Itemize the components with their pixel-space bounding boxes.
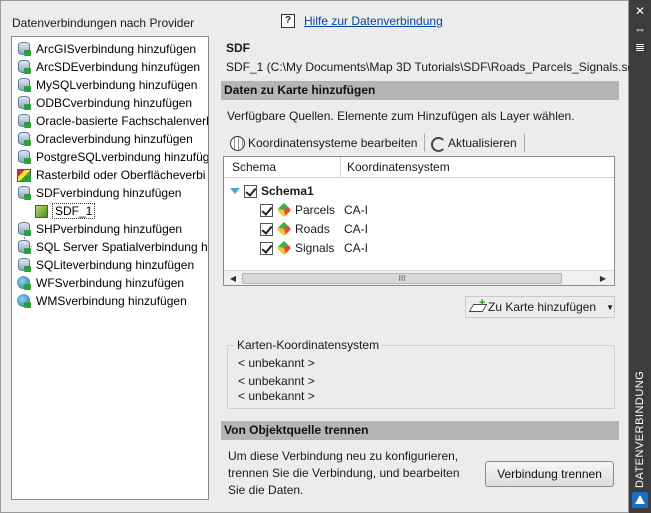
scroll-thumb[interactable]: III <box>242 273 562 284</box>
tree-item-sdf-1[interactable]: SDF_1 <box>32 202 96 220</box>
schema-row[interactable]: Schema1 <box>230 182 314 200</box>
globe-grid-icon <box>229 135 245 151</box>
column-divider[interactable] <box>340 157 341 178</box>
help-icon[interactable]: ? <box>281 14 295 28</box>
toolbar-separator <box>524 134 525 152</box>
layer-checkbox[interactable] <box>260 203 273 217</box>
tree-item-oracle-fachschale[interactable]: Oracle-basierte Fachschalenverl <box>16 112 208 130</box>
layer-checkbox[interactable] <box>260 241 273 255</box>
toolbar-separator <box>424 134 425 152</box>
tree-item-sdf[interactable]: SDFverbindung hinzufügen <box>16 184 181 202</box>
tree-item-wms[interactable]: WMSverbindung hinzufügen <box>16 292 187 310</box>
refresh-button[interactable]: Aktualisieren <box>429 133 517 153</box>
layer-row-roads[interactable]: Roads <box>260 220 330 238</box>
cube-icon <box>32 203 48 219</box>
layer-icon <box>277 241 291 255</box>
db-icon <box>16 131 32 147</box>
schema-checkbox[interactable] <box>244 184 257 198</box>
tree-item-oracle[interactable]: Oracleverbindung hinzufügen <box>16 130 193 148</box>
add-to-map-button[interactable]: Zu Karte hinzufügen ▼ <box>465 296 615 318</box>
horizontal-scrollbar[interactable]: ◀ III ▶ <box>224 270 614 285</box>
tree-item-postgresql[interactable]: PostgreSQLverbindung hinzufüg <box>16 148 208 166</box>
grid-header: Schema Koordinatensystem <box>224 157 614 178</box>
layer-row-parcels[interactable]: Parcels <box>260 201 335 219</box>
provider-tree[interactable]: ArcGISverbindung hinzufügen ArcSDEverbin… <box>11 36 209 500</box>
map-cs-value: < unbekannt > <box>238 389 315 403</box>
disconnect-header[interactable]: Von Objektquelle trennen <box>221 421 619 440</box>
map-cs-value: < unbekannt > <box>238 374 315 388</box>
db-icon <box>16 221 32 237</box>
scroll-left-icon[interactable]: ◀ <box>227 273 239 284</box>
add-to-map-header[interactable]: Daten zu Karte hinzufügen <box>221 81 619 100</box>
db-icon <box>16 59 32 75</box>
tree-item-sqlserver[interactable]: SQL Server Spatialverbindung hi <box>16 238 208 256</box>
tree-item-arcgis[interactable]: ArcGISverbindung hinzufügen <box>16 40 196 58</box>
db-icon <box>16 257 32 273</box>
disconnect-text-line: Sie die Daten. <box>228 483 304 497</box>
layer-icon <box>277 222 291 236</box>
db-icon <box>16 149 32 165</box>
provider-list-title: Datenverbindungen nach Provider <box>12 16 195 30</box>
source-type-title: SDF <box>226 41 250 55</box>
db-icon <box>16 41 32 57</box>
palette-title-bar[interactable]: ✕ ⇔ ≣ DATENVERBINDUNG <box>629 0 651 513</box>
help-link[interactable]: Hilfe zur Datenverbindung <box>304 14 443 28</box>
tree-item-raster[interactable]: Rasterbild oder Oberflächeverbi <box>16 166 205 184</box>
col-coordinate-system[interactable]: Koordinatensystem <box>347 160 450 174</box>
map-coordinate-system-label: Karten-Koordinatensystem <box>234 338 383 352</box>
layer-cs: CA-I <box>344 203 368 217</box>
layer-icon <box>277 203 291 217</box>
db-icon <box>16 185 32 201</box>
tree-item-sqlite[interactable]: SQLiteverbindung hinzufügen <box>16 256 194 274</box>
autodesk-logo-icon <box>632 492 648 508</box>
layer-cs: CA-I <box>344 241 368 255</box>
disconnect-button[interactable]: Verbindung trennen <box>485 461 614 487</box>
properties-icon[interactable]: ≣ <box>633 40 647 54</box>
col-schema[interactable]: Schema <box>232 160 276 174</box>
db-icon <box>16 239 32 255</box>
tree-item-wfs[interactable]: WFSverbindung hinzufügen <box>16 274 184 292</box>
edit-coordinate-systems-button[interactable]: Koordinatensysteme bearbeiten <box>229 133 417 153</box>
disconnect-text-line: trennen Sie die Verbindung, und bearbeit… <box>228 466 460 480</box>
close-icon[interactable]: ✕ <box>633 4 647 18</box>
layer-checkbox[interactable] <box>260 222 273 236</box>
disconnect-text-line: Um diese Verbindung neu zu konfigurieren… <box>228 449 459 463</box>
tree-item-arcsde[interactable]: ArcSDEverbindung hinzufügen <box>16 58 200 76</box>
db-icon <box>16 77 32 93</box>
tree-item-shp[interactable]: SHPverbindung hinzufügen <box>16 220 182 238</box>
add-layer-icon <box>470 297 485 314</box>
globe-icon <box>16 275 32 291</box>
data-connect-palette: Datenverbindungen nach Provider ArcGISve… <box>0 0 641 513</box>
layer-row-signals[interactable]: Signals <box>260 239 334 257</box>
palette-title: DATENVERBINDUNG <box>634 370 646 488</box>
db-icon <box>16 113 32 129</box>
auto-hide-icon[interactable]: ⇔ <box>633 22 647 36</box>
source-path: SDF_1 (C:\My Documents\Map 3D Tutorials\… <box>226 60 642 74</box>
dropdown-arrow-icon[interactable]: ▼ <box>606 303 614 312</box>
tree-item-odbc[interactable]: ODBCverbindung hinzufügen <box>16 94 192 112</box>
raster-icon <box>16 167 32 183</box>
expand-arrow-icon[interactable] <box>230 186 240 196</box>
map-cs-value: < unbekannt > <box>238 356 315 370</box>
layer-cs: CA-I <box>344 222 368 236</box>
refresh-icon <box>429 135 446 152</box>
schema-grid[interactable]: Schema Koordinatensystem Schema1 Parcels… <box>223 156 615 286</box>
tree-item-mysql[interactable]: MySQLverbindung hinzufügen <box>16 76 197 94</box>
db-icon <box>16 95 32 111</box>
scroll-right-icon[interactable]: ▶ <box>597 273 609 284</box>
available-sources-text: Verfügbare Quellen. Elemente zum Hinzufü… <box>227 109 575 123</box>
globe-icon <box>16 293 32 309</box>
